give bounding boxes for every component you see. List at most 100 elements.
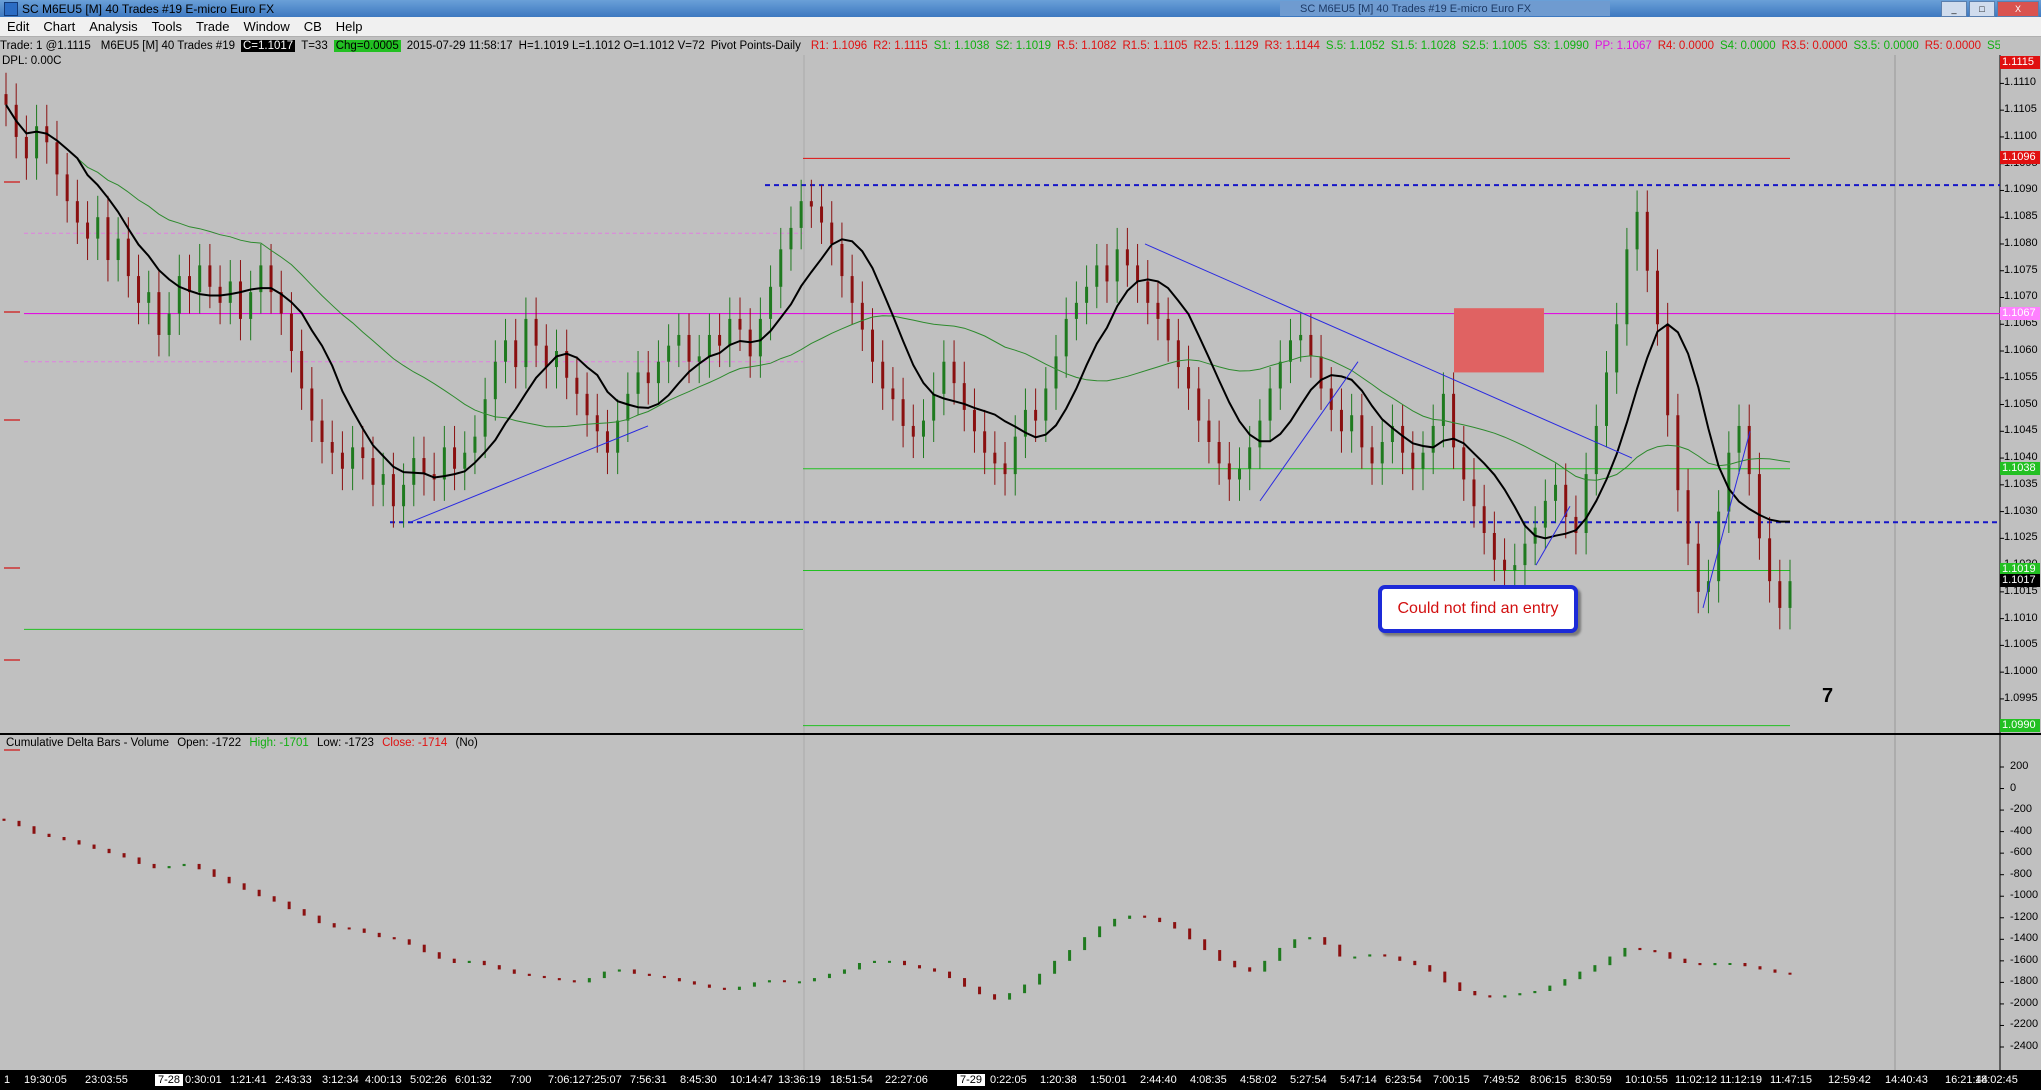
delta-bar — [572, 980, 576, 983]
time-tick: 7:00:15 — [1433, 1074, 1470, 1086]
time-date-label: 7-29 — [957, 1074, 986, 1086]
time-tick: 7:49:52 — [1483, 1074, 1520, 1086]
delta-bar — [2, 818, 6, 821]
delta-bar — [1383, 954, 1387, 957]
delta-bar — [392, 937, 396, 940]
change-value: Chg=0.0005 — [333, 40, 401, 52]
delta-bar — [1263, 960, 1267, 972]
delta-bar — [1428, 965, 1432, 972]
pivot-value-13: R4: 0.0000 — [1657, 40, 1715, 52]
candle-body — [289, 313, 293, 352]
candle-body — [1176, 340, 1180, 368]
candle-body — [1187, 367, 1191, 389]
delta-bar — [317, 915, 321, 924]
delta-bar — [767, 980, 771, 983]
delta-bar — [32, 826, 36, 834]
delta-bar — [842, 969, 846, 974]
price-tick: 1.1060 — [2004, 344, 2038, 356]
delta-bar — [1653, 950, 1657, 953]
delta-bar — [437, 952, 441, 959]
candle-body — [769, 286, 773, 319]
price-tick: 1.1055 — [2004, 370, 2038, 383]
candle-body — [809, 201, 813, 207]
price-tick: 1.1090 — [2004, 183, 2038, 196]
pane-divider — [0, 733, 2041, 735]
time-tick: 18:02:45 — [1975, 1074, 2018, 1086]
candle-body — [55, 142, 59, 175]
delta-bar — [827, 973, 831, 979]
delta-bar — [1308, 937, 1312, 940]
candle-body — [962, 383, 966, 410]
delta-bar — [197, 863, 201, 870]
candle-body — [1676, 415, 1680, 491]
candle-body — [463, 452, 467, 469]
candle-body — [952, 361, 956, 384]
delta-bar — [347, 927, 351, 930]
delta-bar — [707, 984, 711, 988]
delta-bar — [182, 863, 186, 867]
pivot-value-5: R1.5: 1.1105 — [1122, 40, 1188, 52]
candle-body — [1625, 249, 1629, 325]
delta-high: High: -1701 — [249, 737, 309, 749]
price-tick: 1.1085 — [2004, 210, 2038, 223]
delta-close: Close: -1714 — [382, 737, 448, 749]
time-tick: 8:45:30 — [680, 1074, 717, 1086]
delta-bar — [933, 968, 937, 972]
candle-body — [1686, 490, 1690, 544]
time-tick: 1 — [4, 1074, 11, 1086]
candle-body — [96, 217, 100, 239]
delta-bar — [1278, 947, 1282, 961]
candle-body — [514, 340, 518, 368]
entry-note-callout[interactable]: Could not find an entry — [1378, 585, 1578, 633]
candle-body — [1278, 361, 1282, 389]
candle-body — [616, 420, 620, 453]
price-tick: 1.1105 — [2004, 103, 2037, 116]
delta-bar — [692, 981, 696, 985]
candle-body — [524, 318, 528, 368]
delta-bar — [242, 883, 246, 890]
time-tick: 4:08:35 — [1190, 1074, 1227, 1086]
supply-zone — [1454, 308, 1544, 373]
delta-bar — [1518, 993, 1522, 996]
pivot-value-7: R3: 1.1144 — [1264, 40, 1320, 52]
time-tick: 1:20:38 — [1040, 1074, 1077, 1086]
candle-body — [534, 318, 538, 346]
candle-body — [575, 377, 579, 394]
candle-body — [381, 474, 385, 485]
candle-body — [667, 345, 671, 362]
delta-bar — [77, 840, 81, 845]
candle-body — [208, 265, 212, 287]
candle-body — [412, 458, 416, 485]
symbol-info: M6EU5 [M] 40 Trades #19 — [100, 40, 235, 52]
time-tick: 11:12:19 — [1720, 1074, 1763, 1086]
price-tick: 1.1030 — [2004, 504, 2038, 517]
candle-body — [850, 276, 854, 303]
candle-body — [1370, 447, 1374, 464]
time-tick: 5:02:26 — [410, 1074, 447, 1086]
time-tick: 6:23:54 — [1385, 1074, 1422, 1086]
delta-bar — [872, 960, 876, 963]
pivot-value-14: S4: 0.0000 — [1720, 40, 1776, 52]
delta-bar — [1098, 926, 1102, 938]
candle-body — [1288, 340, 1292, 362]
candle-body — [1584, 474, 1588, 533]
delta-bar — [152, 863, 156, 869]
price-tick: 1.1050 — [2004, 397, 2038, 410]
candle-body — [718, 334, 722, 346]
chart-canvas[interactable] — [0, 0, 2041, 1090]
candle-body — [1258, 420, 1262, 448]
delta-bar — [1638, 947, 1642, 951]
pivot-value-10: S2.5: 1.1005 — [1461, 40, 1528, 52]
candle-body — [1523, 543, 1527, 566]
candle-body — [830, 222, 834, 244]
candle-body — [1472, 479, 1476, 507]
delta-bar — [1248, 967, 1252, 972]
delta-bar — [1578, 971, 1582, 980]
delta-bar — [1668, 952, 1672, 959]
pivot-value-1: R2: 1.1115 — [873, 40, 928, 52]
time-tick: 19:30:05 — [24, 1074, 67, 1086]
pivot-value-17: R5: 0.0000 — [1924, 40, 1982, 52]
candle-body — [1034, 409, 1038, 421]
delta-bar — [1038, 973, 1042, 985]
delta-bar — [1593, 965, 1597, 972]
